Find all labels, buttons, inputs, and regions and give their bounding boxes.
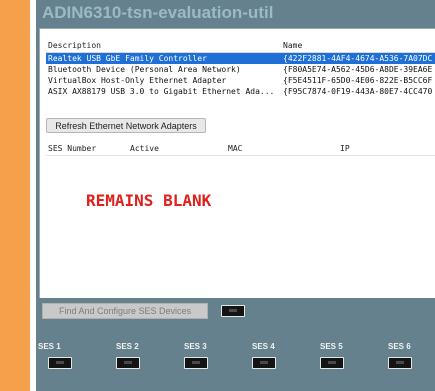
find-configure-ses-button[interactable]: Find And Configure SES Devices	[42, 303, 208, 319]
ses-1-indicator	[48, 357, 72, 369]
ses-3-label: SES 3	[184, 342, 207, 351]
column-mac[interactable]: MAC	[228, 144, 242, 153]
window-title: ADIN6310-tsn-evaluation-util	[42, 3, 274, 22]
column-active[interactable]: Active	[130, 144, 159, 153]
ses-4-label: SES 4	[252, 342, 275, 351]
ses-list-header: SES Number Active MAC IP	[46, 141, 435, 156]
adapter-name: {422F2881-4AF4-4674-A536-7A07DC	[283, 54, 433, 63]
adapter-list-header: Description Name	[46, 39, 435, 53]
adapter-description: Bluetooth Device (Personal Area Network)	[48, 65, 241, 74]
adapter-row-virtualbox[interactable]: VirtualBox Host-Only Ethernet Adapter {F…	[46, 75, 435, 86]
adapter-description: ASIX AX88179 USB 3.0 to Gigabit Ethernet…	[48, 87, 275, 96]
find-status-indicator	[221, 305, 245, 317]
app-window: ADIN6310-tsn-evaluation-util Description…	[36, 0, 435, 391]
ses-2-label: SES 2	[116, 342, 139, 351]
ses-device-list[interactable]: SES Number Active MAC IP REMAINS BLANK	[46, 141, 435, 291]
column-description[interactable]: Description	[48, 41, 101, 50]
adapter-row-asix[interactable]: ASIX AX88179 USB 3.0 to Gigabit Ethernet…	[46, 86, 435, 97]
adapter-row-realtek[interactable]: Realtek USB GbE Family Controller {422F2…	[46, 53, 435, 64]
refresh-adapters-button[interactable]: Refresh Ethernet Network Adapters	[46, 118, 206, 133]
column-name[interactable]: Name	[283, 41, 302, 50]
remains-blank-annotation: REMAINS BLANK	[86, 191, 212, 210]
adapter-name: {F95C7874-0F19-443A-80E7-4CC470	[283, 87, 433, 96]
ses-6-label: SES 6	[388, 342, 411, 351]
ses-6-indicator	[388, 357, 412, 369]
adapter-name: {F5E4511F-65D0-4E06-822E-B5CC6F	[283, 76, 433, 85]
ses-1-label: SES 1	[38, 342, 61, 351]
adapter-description: Realtek USB GbE Family Controller	[48, 54, 207, 63]
main-panel: Description Name Realtek USB GbE Family …	[39, 28, 435, 298]
adapter-row-bluetooth[interactable]: Bluetooth Device (Personal Area Network)…	[46, 64, 435, 75]
ses-5-label: SES 5	[320, 342, 343, 351]
ses-4-indicator	[252, 357, 276, 369]
column-ses-number[interactable]: SES Number	[48, 144, 96, 153]
adapter-description: VirtualBox Host-Only Ethernet Adapter	[48, 76, 227, 85]
column-ip[interactable]: IP	[340, 144, 350, 153]
left-accent-stripe	[0, 0, 30, 391]
adapter-name: {F80A5E74-A562-45D6-A8DE-39EA6E	[283, 65, 433, 74]
ses-3-indicator	[184, 357, 208, 369]
ses-2-indicator	[116, 357, 140, 369]
ses-5-indicator	[320, 357, 344, 369]
